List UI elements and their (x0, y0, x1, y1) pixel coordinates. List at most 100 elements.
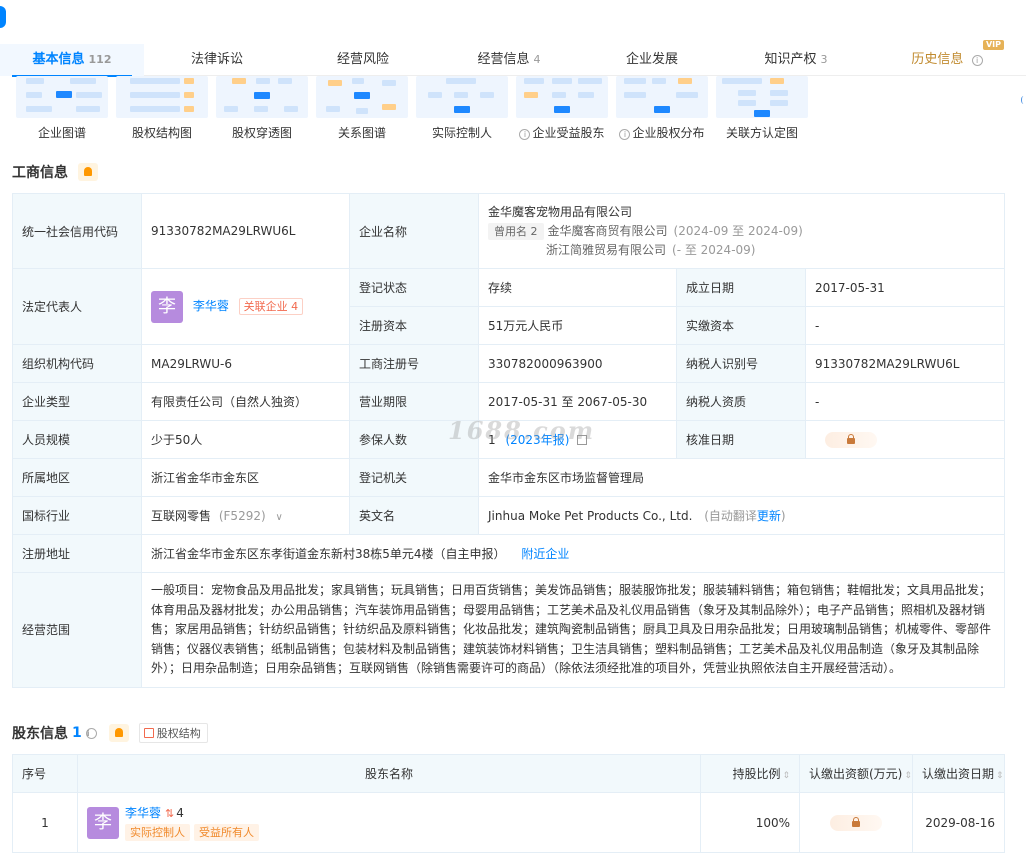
scope-value: 一般项目：宠物食品及用品批发；家具销售；玩具销售；日用百货销售；美发饰品销售；服… (141, 572, 1005, 688)
info-icon: i (519, 129, 531, 140)
authority-value: 金华市金东区市场监督管理局 (478, 458, 1005, 497)
tab-risk[interactable]: 经营风险 (290, 44, 436, 76)
graph-company[interactable]: 企业图谱 (12, 76, 112, 141)
table-row: 企业类型 有限责任公司（自然人独资） 营业期限 2017-05-31 至 206… (12, 382, 1005, 421)
authority-label: 登记机关 (349, 458, 479, 497)
header-date[interactable]: 认缴出资日期 ⇕ (912, 754, 1005, 793)
tab-label: 法律诉讼 (190, 52, 243, 67)
used-name-line: 曾用名 2 金华魔客商贸有限公司 (2024-09 至 2024-09) (488, 222, 995, 241)
business-info-title: 工商信息 (12, 162, 98, 182)
auto-translate-note-end: ) (780, 509, 786, 523)
header-ratio[interactable]: 持股比例 ⇕ (700, 754, 800, 793)
tab-label: 知识产权 (764, 52, 817, 67)
related-companies-tag[interactable]: 关联企业 4 (238, 298, 304, 315)
company-type-label: 企业类型 (12, 382, 142, 421)
graph-label: 股权结构图 (131, 126, 192, 140)
chevron-down-icon[interactable]: ∨ (275, 512, 282, 523)
industry-code: (F5292) (218, 509, 266, 523)
avatar: 李 (87, 806, 119, 839)
tab-basic-info[interactable]: 基本信息 112 (0, 44, 144, 77)
graph-label-wrap: i 企业受益股东 (512, 124, 612, 141)
table-row: 组织机构代码 MA29LRWU-6 工商注册号 330782000963900 … (12, 344, 1005, 383)
shareholder-info-title: 股东信息 1 i 股权结构 (12, 723, 208, 743)
graph-label: 股权穿透图 (231, 126, 292, 140)
graph-thumbnail (516, 76, 608, 118)
paid-capital-value: - (805, 306, 1005, 345)
structure-icon (143, 728, 154, 738)
auto-translate-note: (自动翻译 (704, 509, 757, 523)
company-name-label: 企业名称 (349, 193, 479, 269)
approve-date-label: 核准日期 (676, 420, 806, 459)
taxpayer-qual-label: 纳税人资质 (676, 382, 806, 421)
equity-structure-button[interactable]: 股权结构 (138, 723, 208, 743)
taxpayer-qual-value: - (805, 382, 1005, 421)
sort-icon: ⇕ (996, 771, 1004, 781)
graph-label: 企业图谱 (37, 126, 86, 140)
shareholder-table: 序号 股东名称 持股比例 ⇕ 认缴出资额(万元) ⇕ 认缴出资日期 ⇕ 1 李 李华蓉… (12, 754, 1005, 853)
section-title-text: 工商信息 (12, 165, 68, 181)
address-cell: 浙江省金华市金东区东孝街道金东新村38栋5单元4楼（自主申报） 附近企业 (141, 534, 1005, 573)
status-label: 登记状态 (349, 268, 479, 307)
header-capital[interactable]: 认缴出资额(万元) ⇕ (799, 754, 913, 793)
address-label: 注册地址 (12, 534, 142, 573)
shareholder-name-link[interactable]: 李华蓉 (125, 806, 161, 820)
graph-label: 关联方认定图 (725, 126, 798, 140)
table-row: 统一社会信用代码 91330782MA29LRWU6L 企业名称 金华魔客宠物用… (12, 193, 1005, 269)
taxpayer-id-value: 91330782MA29LRWU6L (805, 344, 1005, 383)
graph-thumbnails: 企业图谱 股权结构图 股权穿透图 关系图谱 实际控制人 i 企业受益股东 i 企… (12, 76, 812, 141)
reg-capital-label: 注册资本 (349, 306, 479, 345)
nearby-companies-link[interactable]: 附近企业 (521, 547, 569, 561)
header-no: 序号 (12, 754, 78, 793)
industry-label: 国标行业 (12, 496, 142, 535)
credit-code-value: 91330782MA29LRWU6L (141, 193, 350, 269)
shareholder-count: 1 (72, 725, 82, 741)
graph-thumbnail (416, 76, 508, 118)
tab-operation[interactable]: 经营信息 4 (436, 44, 582, 76)
used-name-value: 浙江简雅贸易有限公司 (546, 242, 667, 257)
graph-beneficial-owner[interactable]: i 企业受益股东 (512, 76, 612, 141)
lock-icon[interactable] (830, 814, 882, 831)
graph-equity-distribution[interactable]: i 企业股权分布 (612, 76, 712, 141)
info-icon: i (971, 55, 983, 66)
graph-related-party[interactable]: 关联方认定图 (712, 76, 812, 141)
bell-icon[interactable] (78, 163, 98, 181)
section-title-text: 股东信息 (12, 726, 68, 742)
graph-relation[interactable]: 关系图谱 (312, 76, 412, 141)
share-ratio: 100% (700, 792, 800, 853)
related-count[interactable]: 4 (176, 806, 184, 820)
tab-development[interactable]: 企业发展 (582, 44, 722, 76)
graph-actual-controller[interactable]: 实际控制人 (412, 76, 512, 141)
status-value: 存续 (478, 268, 677, 307)
update-link[interactable]: 更新 (757, 509, 781, 523)
graph-equity-structure[interactable]: 股权结构图 (112, 76, 212, 141)
table-header-row: 序号 股东名称 持股比例 ⇕ 认缴出资额(万元) ⇕ 认缴出资日期 ⇕ (12, 754, 1005, 793)
industry-cell: 互联网零售 (F5292) ∨ (141, 496, 350, 535)
used-name-line: 浙江简雅贸易有限公司 (- 至 2024-09) (488, 241, 995, 260)
used-name-period: (2024-09 至 2024-09) (673, 223, 803, 238)
graph-thumbnail (316, 76, 408, 118)
table-row: 1 李 李华蓉 ⇅ 4 实际控制人 受益所有人 100% 2029-08-16 (12, 792, 1005, 853)
tab-label: 经营风险 (336, 52, 389, 67)
found-date-value: 2017-05-31 (805, 268, 1005, 307)
page-edge-marker (0, 6, 6, 28)
lock-icon[interactable] (825, 431, 877, 448)
graph-equity-penetration[interactable]: 股权穿透图 (212, 76, 312, 141)
paid-capital-label: 实缴资本 (676, 306, 806, 345)
table-row: 注册地址 浙江省金华市金东区东孝街道金东新村38栋5单元4楼（自主申报） 附近企… (12, 534, 1005, 573)
vip-badge: VIP (982, 40, 1004, 50)
tab-legal[interactable]: 法律诉讼 (144, 44, 290, 76)
graph-thumbnail (616, 76, 708, 118)
bell-icon[interactable] (108, 724, 129, 742)
tab-history[interactable]: VIP 历史信息 i (870, 40, 1026, 76)
english-name-value: Jinhua Moke Pet Products Co., Ltd. (488, 509, 693, 523)
shareholder-cell: 李 李华蓉 ⇅ 4 实际控制人 受益所有人 (77, 792, 701, 853)
company-name-cell: 金华魔客宠物用品有限公司 曾用名 2 金华魔客商贸有限公司 (2024-09 至 2… (478, 193, 1005, 269)
graph-thumbnail (716, 76, 808, 118)
sort-icon: ⇕ (904, 771, 912, 781)
info-icon: i (619, 129, 631, 140)
used-name-period: (- 至 2024-09) (672, 242, 756, 257)
tab-label: 历史信息 (911, 52, 964, 67)
legal-rep-link[interactable]: 李华蓉 (193, 299, 229, 313)
tab-ip[interactable]: 知识产权 3 (722, 44, 870, 76)
region-value: 浙江省金华市金东区 (141, 458, 350, 497)
